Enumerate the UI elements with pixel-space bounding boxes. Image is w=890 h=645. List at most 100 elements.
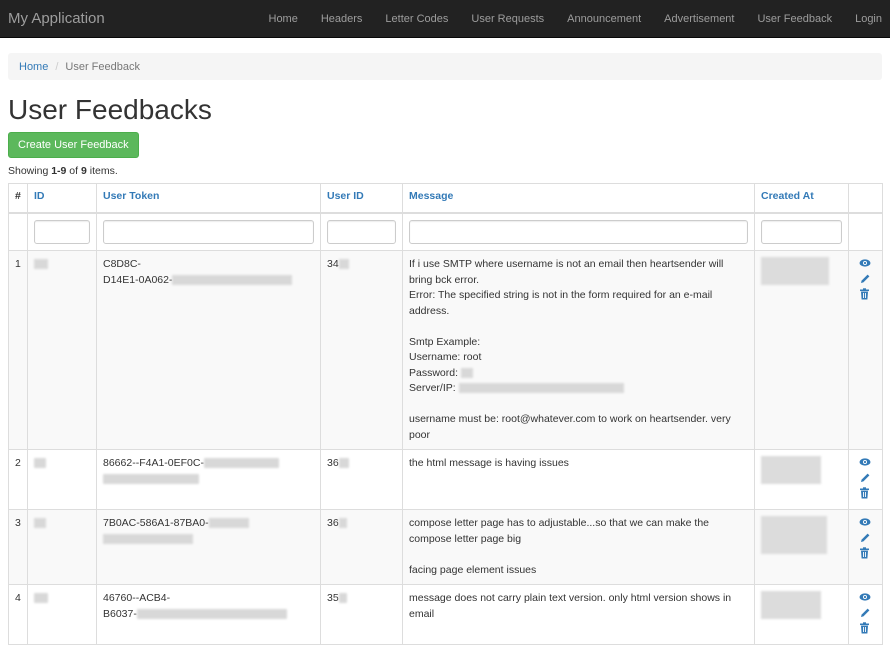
- col-header-num: #: [8, 183, 28, 214]
- trash-icon[interactable]: [859, 622, 873, 637]
- message-line: Error: The specified string is not in th…: [409, 289, 713, 317]
- sort-created-at-link[interactable]: Created At: [761, 190, 814, 202]
- row-user-id: 35: [320, 584, 403, 645]
- sort-id-link[interactable]: ID: [34, 190, 45, 202]
- breadcrumb-home[interactable]: Home: [19, 61, 48, 73]
- feedback-table: # ID User Token User ID Message Created …: [8, 183, 883, 645]
- col-header-message: Message: [402, 183, 755, 214]
- pencil-icon[interactable]: [859, 472, 873, 487]
- user-id-value: 36: [327, 457, 339, 469]
- nav-item-user-requests[interactable]: User Requests: [460, 0, 556, 37]
- redacted-token: [203, 458, 279, 469]
- redacted-password: [460, 367, 473, 378]
- message-line: Smtp Example:: [409, 335, 481, 348]
- table-row: 1 C8D8C- D14E1-0A062- 34 If i use SMTP w…: [8, 250, 883, 450]
- row-num: 3: [8, 509, 28, 585]
- message-line: Password:: [409, 366, 748, 382]
- row-user-id: 34: [320, 250, 403, 450]
- trash-icon[interactable]: [859, 288, 873, 303]
- user-id-value: 34: [327, 258, 339, 270]
- pencil-icon[interactable]: [859, 607, 873, 622]
- nav-item-headers[interactable]: Headers: [309, 0, 374, 37]
- redacted-created-at: [761, 591, 821, 619]
- nav-item-home[interactable]: Home: [257, 0, 309, 37]
- breadcrumb-current: User Feedback: [65, 60, 140, 73]
- redacted-created-at: [761, 516, 827, 554]
- redacted-created-at: [761, 257, 829, 285]
- row-user-id: 36: [320, 509, 403, 585]
- redacted-id: [34, 458, 46, 469]
- filter-cell-id: [27, 212, 97, 251]
- message-server-label: Server/IP:: [409, 382, 456, 394]
- trash-icon[interactable]: [859, 487, 873, 502]
- filter-cell-num: [8, 212, 28, 251]
- row-num: 4: [8, 584, 28, 645]
- row-message: the html message is having issues: [402, 449, 755, 510]
- row-id: [27, 250, 97, 450]
- row-user-token: 7B0AC-586A1-87BA0-: [96, 509, 321, 585]
- row-message: If i use SMTP where username is not an e…: [402, 250, 755, 450]
- redacted-id: [34, 593, 48, 604]
- user-token-line2: D14E1-0A062-: [103, 273, 173, 286]
- eye-icon[interactable]: [859, 457, 873, 472]
- row-user-token: C8D8C- D14E1-0A062-: [96, 250, 321, 450]
- summary: Showing 1-9 of 9 items.: [8, 165, 890, 177]
- nav-item-login[interactable]: Login: [844, 0, 890, 37]
- filter-cell-created-at: [754, 212, 849, 251]
- row-actions: [848, 250, 883, 450]
- message-line: message does not carry plain text versio…: [409, 592, 732, 620]
- eye-icon[interactable]: [859, 592, 873, 607]
- nav-item-user-feedback[interactable]: User Feedback: [746, 0, 844, 37]
- user-token-line1: 86662--F4A1-0EF0C-: [103, 457, 204, 469]
- message-line: facing page element issues: [409, 563, 537, 576]
- filter-user-id-input[interactable]: [327, 219, 396, 244]
- sort-message-link[interactable]: Message: [409, 190, 453, 202]
- create-user-feedback-button[interactable]: Create User Feedback: [8, 132, 139, 158]
- row-id: [27, 584, 97, 645]
- user-token-line1: 7B0AC-586A1-87BA0-: [103, 517, 209, 529]
- message-line: compose letter page has to adjustable...…: [409, 517, 710, 545]
- col-header-created-at: Created At: [754, 183, 849, 214]
- user-token-line2: B6037-: [103, 607, 137, 620]
- row-num: 1: [8, 250, 28, 450]
- row-created-at: [754, 509, 849, 585]
- redacted-server: [458, 383, 624, 394]
- pencil-icon[interactable]: [859, 273, 873, 288]
- redacted-token: [103, 473, 199, 484]
- table-row: 2 86662--F4A1-0EF0C- 36 the html message…: [8, 449, 883, 510]
- filter-id-input[interactable]: [34, 219, 90, 244]
- filter-cell-user-id: [320, 212, 403, 251]
- col-header-actions: [848, 183, 883, 214]
- summary-range: 1-9: [51, 165, 67, 177]
- redacted-token: [103, 533, 193, 544]
- page-title: User Feedbacks: [8, 94, 212, 125]
- nav-item-advertisement[interactable]: Advertisement: [653, 0, 746, 37]
- user-token-line1: 46760--ACB4-: [103, 592, 171, 604]
- filter-user-token-input[interactable]: [103, 219, 314, 244]
- nav-menu: Home Headers Letter Codes User Requests …: [257, 0, 890, 37]
- table-row: 3 7B0AC-586A1-87BA0- 36 compose letter p…: [8, 509, 883, 585]
- sort-user-token-link[interactable]: User Token: [103, 190, 159, 202]
- pencil-icon[interactable]: [859, 532, 873, 547]
- filter-created-at-input[interactable]: [761, 219, 842, 244]
- sort-user-id-link[interactable]: User ID: [327, 190, 364, 202]
- nav-item-announcement[interactable]: Announcement: [556, 0, 653, 37]
- filter-cell-message: [402, 212, 755, 251]
- trash-icon[interactable]: [859, 547, 873, 562]
- row-user-token: 86662--F4A1-0EF0C-: [96, 449, 321, 510]
- row-created-at: [754, 584, 849, 645]
- redacted-user-id: [338, 259, 349, 270]
- row-id: [27, 449, 97, 510]
- brand[interactable]: My Application: [8, 10, 105, 27]
- nav-item-letter-codes[interactable]: Letter Codes: [374, 0, 460, 37]
- eye-icon[interactable]: [859, 258, 873, 273]
- redacted-user-id: [338, 593, 347, 604]
- col-header-id: ID: [27, 183, 97, 214]
- row-user-id: 36: [320, 449, 403, 510]
- filter-message-input[interactable]: [409, 219, 748, 244]
- navbar: My Application Home Headers Letter Codes…: [0, 0, 890, 38]
- row-num: 2: [8, 449, 28, 510]
- eye-icon[interactable]: [859, 517, 873, 532]
- redacted-created-at: [761, 456, 821, 484]
- message-line: username must be: root@whatever.com to w…: [409, 413, 731, 441]
